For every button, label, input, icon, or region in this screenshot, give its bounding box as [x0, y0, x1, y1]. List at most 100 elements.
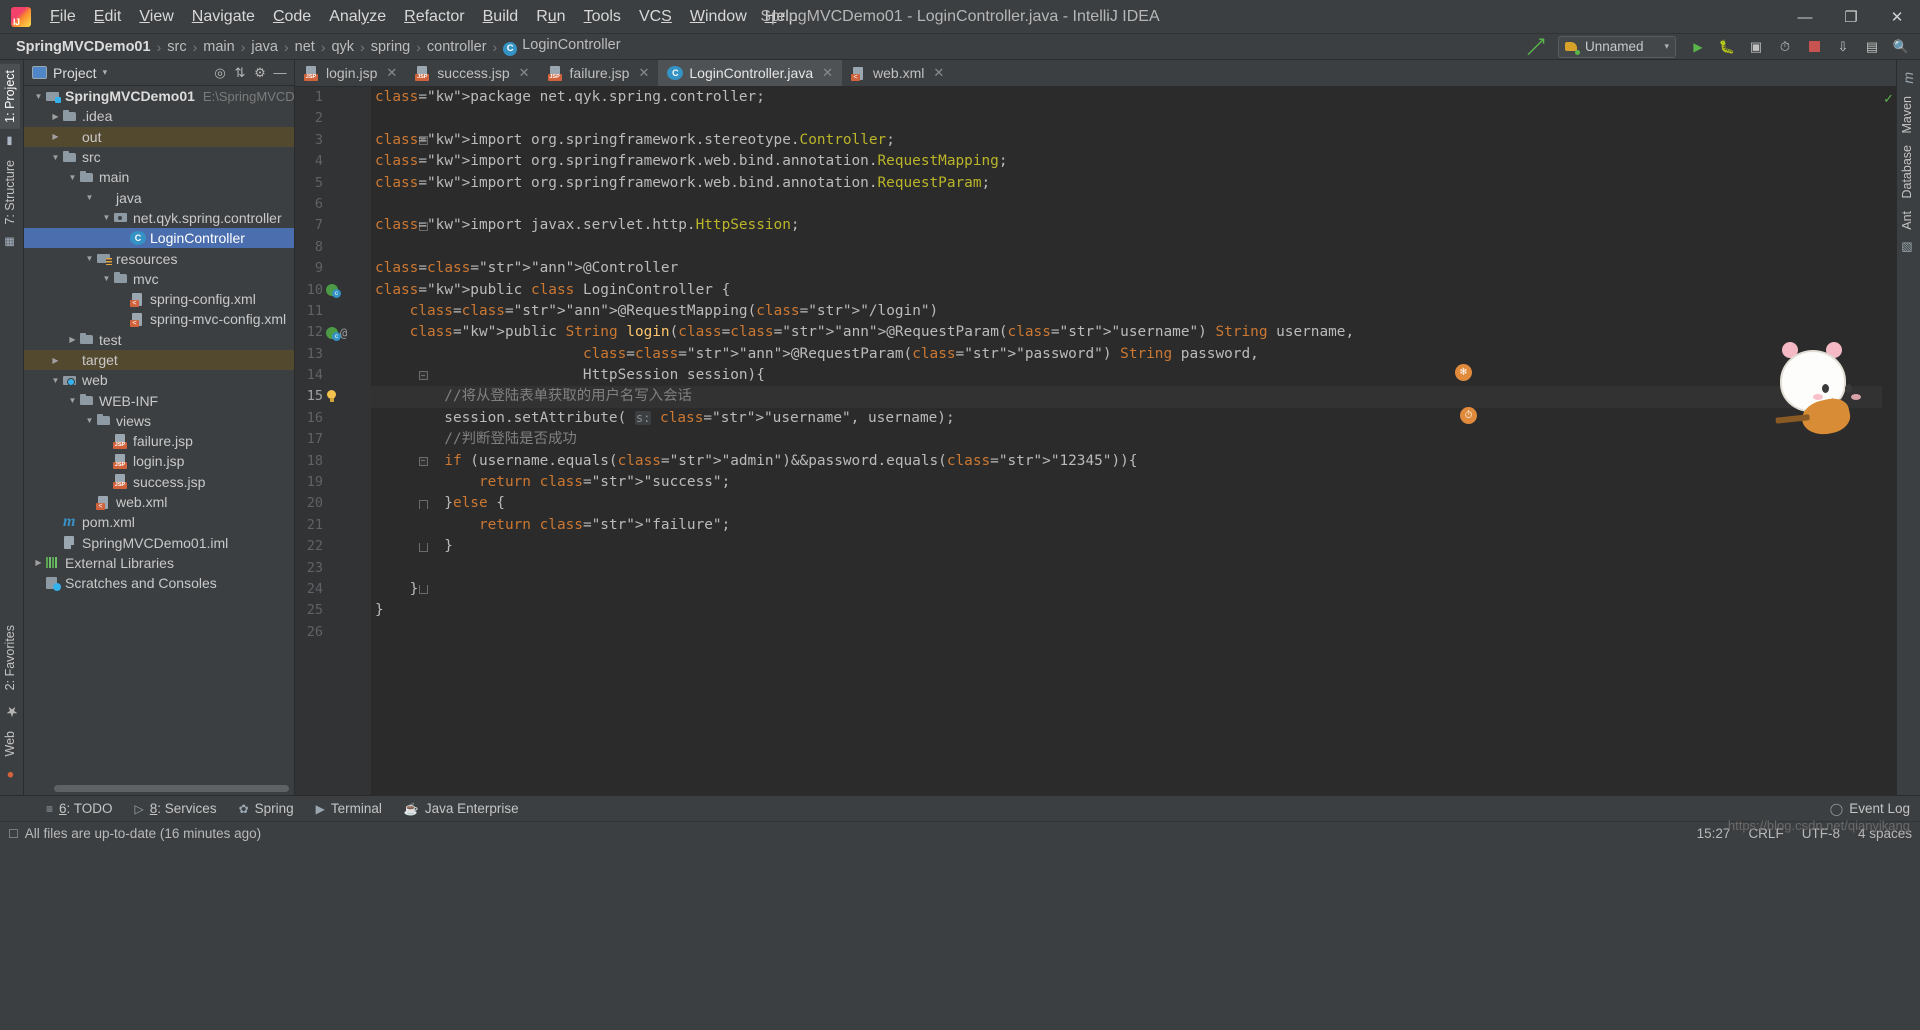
collapse-all-icon[interactable]: ⇅: [230, 63, 250, 83]
tree-item-java[interactable]: ▼ java: [24, 187, 294, 207]
gutter-marker[interactable]: [323, 387, 355, 408]
menu-item-refactor[interactable]: Refactor: [395, 5, 473, 29]
menu-item-view[interactable]: View: [130, 5, 182, 29]
breadcrumb-item-main[interactable]: main: [199, 38, 238, 56]
bottom-tool-java-enterprise[interactable]: ☕ Java Enterprise: [394, 799, 529, 818]
gutter-marker[interactable]: [323, 472, 355, 493]
intention-bulb-icon[interactable]: [326, 390, 337, 404]
breadcrumb-item-controller[interactable]: controller: [423, 38, 491, 56]
editor-tab-success-jsp[interactable]: success.jsp ✕: [406, 60, 538, 86]
editor-tab-web-xml[interactable]: web.xml ✕: [842, 60, 953, 86]
spring-bean-icon[interactable]: [326, 284, 341, 299]
tree-item--idea[interactable]: ▶ .idea: [24, 106, 294, 126]
chevron-down-icon[interactable]: ▼: [66, 173, 79, 182]
gutter-marker[interactable]: [323, 365, 355, 386]
project-horizontal-scrollbar[interactable]: [54, 785, 289, 792]
code-line[interactable]: session.setAttribute( s: class="str">"us…: [371, 408, 1896, 429]
gutter-marker[interactable]: [323, 194, 355, 215]
maximize-button[interactable]: ❐: [1828, 0, 1874, 34]
chevron-down-icon[interactable]: ▼: [49, 153, 62, 162]
tree-item-target[interactable]: ▶ target: [24, 349, 294, 371]
code-line[interactable]: }: [371, 536, 1896, 557]
code-line[interactable]: HttpSession session){: [371, 365, 1896, 386]
gutter-marker[interactable]: [323, 429, 355, 450]
inspection-ok-icon[interactable]: ✓: [1883, 91, 1894, 107]
menu-item-help[interactable]: Help: [756, 5, 807, 29]
gutter-marker[interactable]: [323, 108, 355, 129]
code-line[interactable]: [371, 558, 1896, 579]
annotation-icon[interactable]: @: [340, 326, 347, 340]
tree-item-resources[interactable]: ▼ resources: [24, 248, 294, 268]
code-line[interactable]: class="kw">import org.springframework.we…: [371, 173, 1896, 194]
chevron-down-icon[interactable]: ▾: [103, 67, 108, 78]
code-line[interactable]: //将从登陆表单获取的用户名写入会话: [371, 386, 1896, 408]
bottom-tool-spring[interactable]: ✿ Spring: [229, 799, 304, 818]
gutter-marker[interactable]: [323, 494, 355, 515]
code-line[interactable]: return class="str">"failure";: [371, 515, 1896, 536]
code-line[interactable]: }: [371, 579, 1896, 600]
tree-item-success-jsp[interactable]: success.jsp: [24, 472, 294, 492]
gutter-marker[interactable]: [323, 536, 355, 557]
breadcrumb-item-net[interactable]: net: [291, 38, 319, 56]
code-line[interactable]: }: [371, 600, 1896, 621]
menu-item-code[interactable]: Code: [264, 5, 320, 29]
gutter-marker[interactable]: [323, 173, 355, 194]
build-hammer-icon[interactable]: ⟶: [1520, 31, 1551, 62]
code-line[interactable]: class=class="str">"ann">@Controller: [371, 258, 1896, 279]
sidebar-item-project[interactable]: 1: Project: [0, 64, 20, 129]
sidebar-item-structure[interactable]: 7: Structure: [0, 154, 20, 231]
close-icon[interactable]: ✕: [386, 65, 397, 81]
editor-tab-failure-jsp[interactable]: failure.jsp ✕: [539, 60, 659, 86]
chevron-right-icon[interactable]: ▶: [32, 558, 45, 567]
tree-item-main[interactable]: ▼ main: [24, 167, 294, 187]
sidebar-item-ant[interactable]: Ant: [1897, 205, 1917, 236]
editor-tab-login-jsp[interactable]: login.jsp ✕: [295, 60, 406, 86]
chevron-down-icon[interactable]: ▼: [100, 213, 113, 222]
sidebar-item-database[interactable]: Database: [1897, 139, 1917, 205]
event-log-group[interactable]: ◯ Event Log: [1830, 801, 1910, 816]
chevron-right-icon[interactable]: ▶: [49, 356, 62, 365]
search-everywhere-icon[interactable]: 🔍: [1888, 36, 1914, 58]
chevron-down-icon[interactable]: ▼: [32, 92, 45, 101]
gutter-marker[interactable]: [323, 215, 355, 236]
code-line[interactable]: class="kw">package net.qyk.spring.contro…: [371, 87, 1896, 108]
code-line[interactable]: class=class="str">"ann">@RequestMapping(…: [371, 301, 1896, 322]
chevron-right-icon[interactable]: ▶: [49, 132, 62, 141]
gutter-marker[interactable]: [323, 344, 355, 365]
gutter-marker[interactable]: [323, 280, 355, 301]
chevron-right-icon[interactable]: ▶: [66, 335, 79, 344]
code-editor[interactable]: 1 2 3 4 5 6 7 8 9 10 11 12 13 14 15 16 17 18 19 20 21 22 23 24 2…: [295, 87, 1896, 795]
tree-item-pom-xml[interactable]: pom.xml: [24, 512, 294, 532]
close-icon[interactable]: ✕: [933, 65, 944, 81]
chevron-down-icon[interactable]: ▼: [83, 193, 96, 202]
gutter-marker[interactable]: @: [323, 322, 355, 343]
layout-button[interactable]: ▤: [1859, 36, 1885, 58]
debug-button[interactable]: 🐛: [1714, 36, 1740, 58]
close-icon[interactable]: ✕: [519, 65, 530, 81]
breadcrumb-item-java[interactable]: java: [247, 38, 282, 56]
menu-item-file[interactable]: File: [41, 5, 85, 29]
editor-tab-logincontroller-java[interactable]: C LoginController.java ✕: [658, 60, 843, 86]
spring-bean-icon[interactable]: [326, 327, 341, 342]
chevron-down-icon[interactable]: ▼: [66, 396, 79, 405]
stop-button[interactable]: [1801, 36, 1827, 58]
tree-item-out[interactable]: ▶ out: [24, 126, 294, 147]
code-line[interactable]: [371, 622, 1896, 643]
close-icon[interactable]: ✕: [638, 65, 649, 81]
sidebar-item-favorites[interactable]: 2: Favorites: [0, 619, 20, 696]
code-line[interactable]: class="kw">import javax.servlet.http.Htt…: [371, 215, 1896, 236]
breadcrumb-item-spring[interactable]: spring: [367, 38, 415, 56]
fold-column[interactable]: − − −: [355, 87, 428, 795]
code-line[interactable]: //判断登陆是否成功: [371, 429, 1896, 450]
code-line[interactable]: class="kw">import org.springframework.we…: [371, 151, 1896, 172]
menu-item-edit[interactable]: Edit: [85, 5, 131, 29]
tree-item-springmvcdemo01-iml[interactable]: SpringMVCDemo01.iml: [24, 533, 294, 553]
update-project-button[interactable]: ⇩: [1830, 36, 1856, 58]
gutter-marker[interactable]: [323, 151, 355, 172]
sidebar-item-maven[interactable]: Maven: [1897, 90, 1917, 140]
chevron-down-icon[interactable]: ▼: [49, 376, 62, 385]
breadcrumb-item-qyk[interactable]: qyk: [327, 38, 358, 56]
hide-icon[interactable]: —: [270, 63, 290, 83]
tree-item-web[interactable]: ▼ web: [24, 370, 294, 390]
tree-item-web-xml[interactable]: web.xml: [24, 492, 294, 512]
